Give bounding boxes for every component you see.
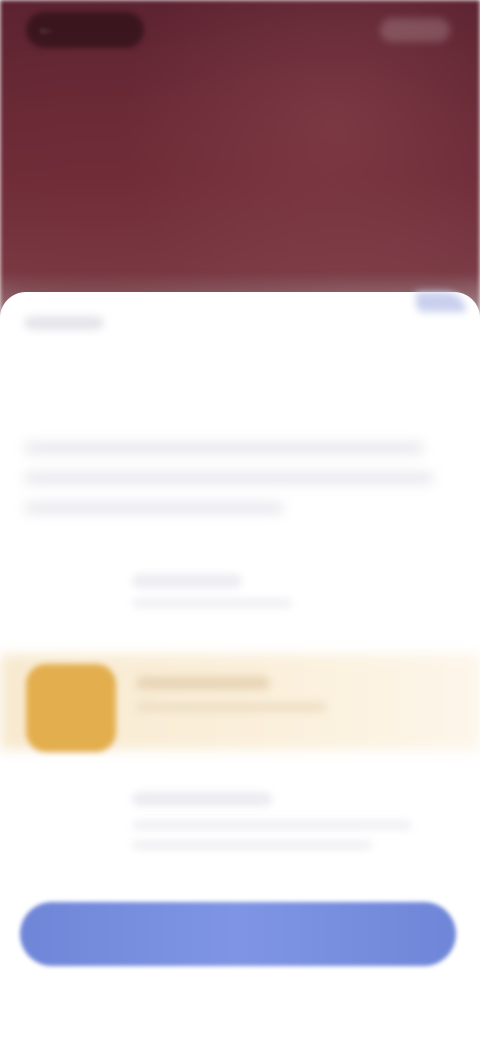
option-item[interactable] (0, 774, 480, 870)
screen: ← (0, 0, 480, 1040)
top-bar: ← (0, 0, 480, 64)
option-item[interactable] (0, 554, 480, 650)
option-title-placeholder (132, 574, 242, 588)
option-subtitle-placeholder (136, 702, 326, 712)
option-subtitle-placeholder (132, 840, 372, 850)
sheet-tag (24, 316, 104, 330)
top-right-action[interactable] (380, 18, 450, 42)
option-item-selected[interactable] (0, 654, 480, 752)
option-subtitle-placeholder (132, 820, 412, 830)
option-title-placeholder (132, 792, 272, 806)
bottom-sheet (0, 292, 480, 1040)
option-icon (26, 784, 116, 872)
option-icon (26, 664, 116, 752)
arrow-left-icon[interactable]: ← (36, 18, 56, 38)
primary-button[interactable] (20, 902, 456, 966)
option-icon (26, 564, 116, 652)
sheet-corner-badge (416, 292, 466, 312)
option-title-placeholder (136, 676, 270, 690)
sheet-description (24, 442, 444, 532)
option-subtitle-placeholder (132, 598, 292, 608)
